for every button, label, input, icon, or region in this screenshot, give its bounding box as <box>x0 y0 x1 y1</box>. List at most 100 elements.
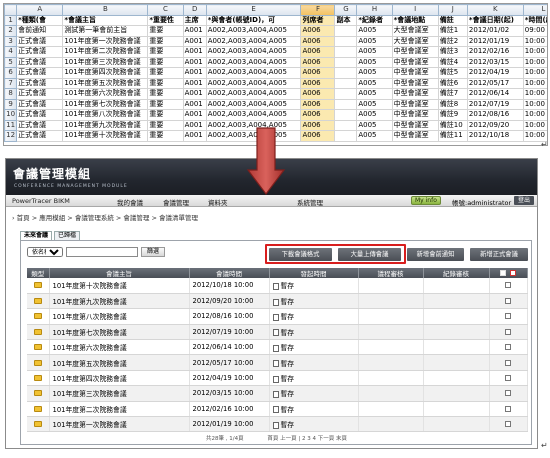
sheet-cell[interactable] <box>334 46 358 58</box>
sheet-cell[interactable]: 備註10 <box>437 119 468 131</box>
sheet-cell[interactable]: 2012/03/15 <box>466 56 524 68</box>
sheet-cell[interactable]: 正式會議 <box>16 130 64 142</box>
row-checkbox[interactable] <box>505 421 511 428</box>
sheet-cell[interactable]: A001 <box>182 119 207 131</box>
row-checkbox[interactable] <box>505 298 511 305</box>
sheet-header-cell[interactable]: *會議主旨 <box>62 14 149 26</box>
column-letter[interactable]: J <box>437 4 468 16</box>
row-number[interactable]: 6 <box>4 67 18 79</box>
sheet-cell[interactable]: 重要 <box>147 56 184 68</box>
sheet-cell[interactable]: 備註2 <box>437 35 468 47</box>
sheet-cell[interactable]: A001 <box>182 56 207 68</box>
sheet-cell[interactable]: A005 <box>356 46 393 58</box>
sheet-cell[interactable]: A002,A003,A004,A005 <box>205 109 302 121</box>
sheet-cell[interactable]: 重要 <box>147 77 184 89</box>
subject-cell[interactable]: 101年度第三次院務會議 <box>49 385 190 402</box>
column-letter[interactable]: I <box>391 4 439 16</box>
sheet-cell[interactable]: 101年度第九次院務會議 <box>62 119 149 131</box>
menu-system-management[interactable]: 系統管理 <box>297 197 323 207</box>
sheet-cell[interactable]: A001 <box>182 25 207 37</box>
sheet-cell[interactable]: 備註5 <box>437 67 468 79</box>
sheet-cell[interactable]: 大型會議室 <box>391 35 439 47</box>
sheet-cell[interactable]: A001 <box>182 67 207 79</box>
sheet-cell[interactable]: A002,A003,A004,A005 <box>205 67 302 79</box>
menu-folder[interactable]: 資料夾 <box>208 197 228 207</box>
sheet-cell[interactable]: 2012/07/19 <box>466 98 524 110</box>
sheet-cell[interactable] <box>334 119 358 131</box>
sheet-cell[interactable]: 中型會議室 <box>391 98 439 110</box>
sheet-cell[interactable]: 101年度第二次院務會議 <box>62 46 149 58</box>
edit-doc-icon[interactable] <box>272 344 279 352</box>
sheet-cell[interactable] <box>334 67 358 79</box>
sheet-cell[interactable]: A005 <box>356 25 393 37</box>
sheet-cell[interactable]: 2012/01/19 <box>466 35 524 47</box>
sheet-cell[interactable]: 正式會議 <box>16 119 64 131</box>
sheet-cell[interactable]: 中型會議室 <box>391 46 439 58</box>
sheet-cell[interactable]: 101年度第六次院務會議 <box>62 88 149 100</box>
sheet-cell[interactable]: A001 <box>182 77 207 89</box>
sheet-cell[interactable] <box>334 56 358 68</box>
edit-doc-icon[interactable] <box>272 360 279 368</box>
sheet-cell[interactable]: A002,A003,A004,A005 <box>205 77 302 89</box>
column-letter[interactable]: B <box>62 4 149 16</box>
sheet-cell[interactable]: A001 <box>182 109 207 121</box>
table-row[interactable]: 101年度第七次院務會議 2012/07/19 10:00 暫存 <box>27 324 528 341</box>
sheet-cell[interactable] <box>334 130 358 142</box>
add-formal-meeting-button[interactable]: 新增正式會議 <box>470 248 528 261</box>
sheet-cell[interactable]: 中型會議室 <box>391 67 439 79</box>
sheet-cell[interactable]: 10:00 <box>522 46 547 58</box>
row-number[interactable]: 8 <box>4 88 18 100</box>
sheet-cell[interactable]: 大型會議室 <box>391 25 439 37</box>
filter-button[interactable]: 篩選 <box>141 247 166 257</box>
row-number[interactable]: 12 <box>4 130 18 142</box>
sheet-cell[interactable] <box>334 77 358 89</box>
sheet-cell[interactable]: A006 <box>300 56 336 68</box>
subject-cell[interactable]: 101年度第六次院務會議 <box>49 339 190 356</box>
sheet-cell[interactable] <box>334 88 358 100</box>
table-row[interactable]: 101年度第五次院務會議 2012/05/17 10:00 暫存 <box>27 354 528 371</box>
edit-doc-icon[interactable] <box>272 329 279 337</box>
col-agenda-review[interactable]: 議程審核 <box>358 268 424 278</box>
sheet-cell[interactable]: 10:00 <box>522 77 547 89</box>
sheet-cell[interactable]: A006 <box>300 98 336 110</box>
sheet-cell[interactable]: 10:00 <box>522 88 547 100</box>
column-letter[interactable]: L <box>522 4 547 16</box>
subject-cell[interactable]: 101年度第一次院務會議 <box>49 416 190 433</box>
sheet-cell[interactable]: A002,A003,A004,A005 <box>205 88 302 100</box>
sheet-cell[interactable]: 101年度第八次院務會議 <box>62 109 149 121</box>
row-number[interactable]: 3 <box>4 35 18 47</box>
column-letter[interactable]: E <box>205 4 302 16</box>
sheet-cell[interactable]: 備註7 <box>437 88 468 100</box>
edit-doc-icon[interactable] <box>272 375 279 383</box>
sheet-header-cell[interactable]: *種類(會 <box>16 14 64 26</box>
col-initiated[interactable]: 發起時間 <box>269 268 359 278</box>
menu-meeting-management[interactable]: 會議管理 <box>163 197 189 207</box>
sheet-header-cell[interactable]: *會議日期(起) <box>466 14 524 26</box>
row-checkbox[interactable] <box>505 405 511 412</box>
sheet-cell[interactable]: 10:00 <box>522 119 547 131</box>
subject-cell[interactable]: 101年度第八次院務會議 <box>49 308 190 325</box>
sheet-cell[interactable]: A006 <box>300 35 336 47</box>
sheet-cell[interactable]: 101年度第四次院務會議 <box>62 67 149 79</box>
table-row[interactable]: 101年度第十次院務會議 2012/10/18 10:00 暫存 <box>27 278 528 294</box>
sheet-cell[interactable]: A001 <box>182 130 207 142</box>
edit-doc-icon[interactable] <box>272 390 279 398</box>
sheet-cell[interactable]: A005 <box>356 88 393 100</box>
sheet-cell[interactable]: A006 <box>300 119 336 131</box>
row-checkbox[interactable] <box>505 344 511 351</box>
sheet-cell[interactable]: 正式會議 <box>16 46 64 58</box>
sheet-cell[interactable]: 重要 <box>147 109 184 121</box>
sheet-cell[interactable]: 中型會議室 <box>391 77 439 89</box>
sheet-cell[interactable]: A002,A003,A004,A005 <box>205 25 302 37</box>
sheet-cell[interactable] <box>334 25 358 37</box>
column-letter[interactable]: C <box>147 4 184 16</box>
sheet-cell[interactable]: A005 <box>356 109 393 121</box>
logout-button[interactable]: 登出 <box>514 196 535 205</box>
delete-icon[interactable] <box>510 270 517 276</box>
sheet-cell[interactable] <box>334 98 358 110</box>
sheet-cell[interactable]: 101年度第一次院務會議 <box>62 35 149 47</box>
sheet-cell[interactable]: A002,A003,A004,A005 <box>205 35 302 47</box>
sheet-cell[interactable]: A006 <box>300 25 336 37</box>
filter-field-select[interactable]: 依名稱 <box>27 247 63 257</box>
col-subject[interactable]: 會議主旨 <box>49 268 190 278</box>
